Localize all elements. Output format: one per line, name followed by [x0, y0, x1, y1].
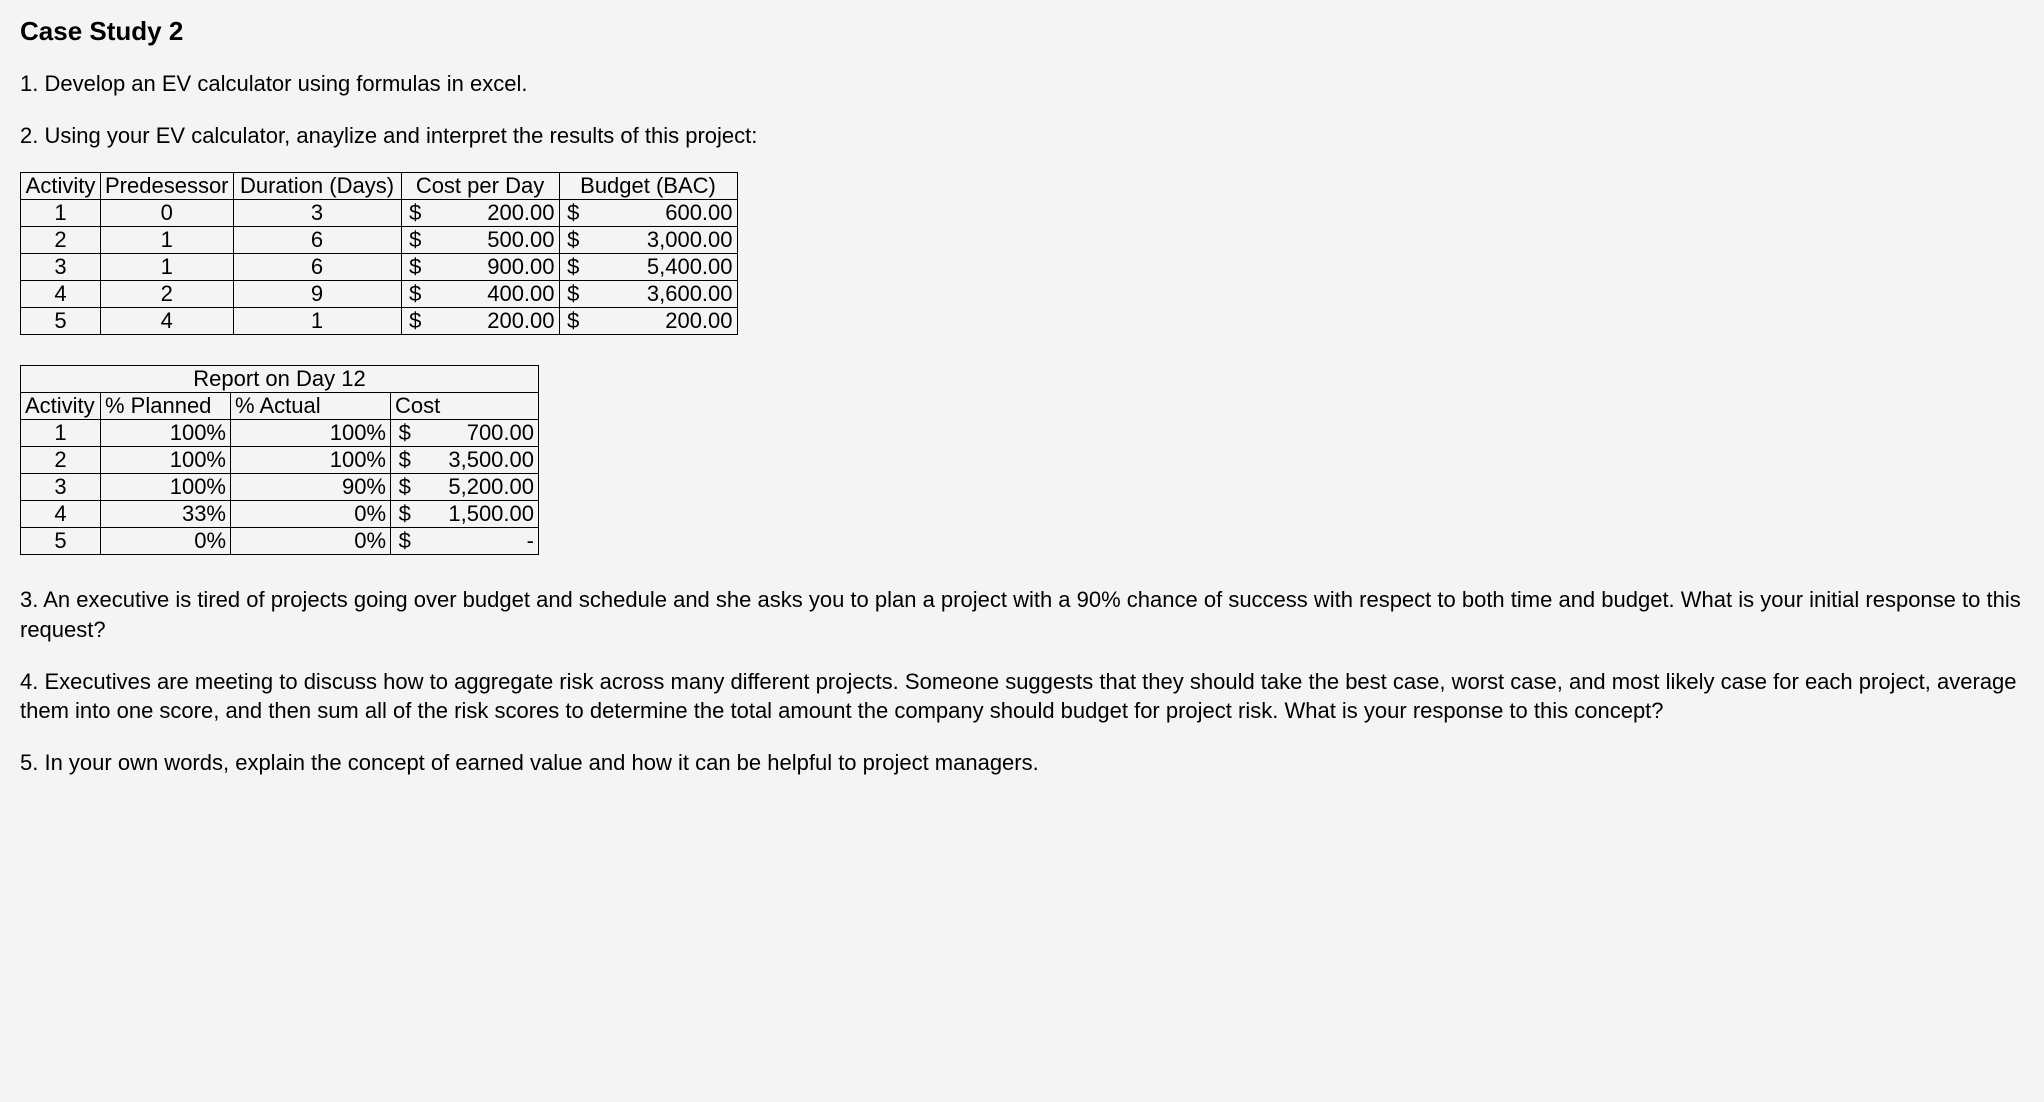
- cell-predecessor: 0: [101, 200, 234, 227]
- cell-currency-symbol: $: [391, 420, 419, 447]
- cell-predecessor: 1: [101, 227, 234, 254]
- cell-currency-symbol: $: [401, 200, 429, 227]
- col-activity: Activity: [21, 173, 101, 200]
- cell-activity: 2: [21, 447, 101, 474]
- cell-duration: 3: [233, 200, 401, 227]
- col-activity: Activity: [21, 393, 101, 420]
- cell-currency-symbol: $: [401, 227, 429, 254]
- cell-budget: 5,400.00: [587, 254, 737, 281]
- cell-cost: 5,200.00: [419, 474, 539, 501]
- cell-budget: 200.00: [587, 308, 737, 335]
- cell-activity: 2: [21, 227, 101, 254]
- cell-activity: 3: [21, 474, 101, 501]
- cell-currency-symbol: $: [391, 528, 419, 555]
- cell-activity: 3: [21, 254, 101, 281]
- cell-currency-symbol: $: [559, 281, 587, 308]
- cell-activity: 5: [21, 528, 101, 555]
- question-2: 2. Using your EV calculator, anaylize an…: [20, 121, 2024, 151]
- cell-cost-per-day: 200.00: [429, 308, 559, 335]
- cell-activity: 1: [21, 200, 101, 227]
- cell-duration: 6: [233, 227, 401, 254]
- cell-cost-per-day: 900.00: [429, 254, 559, 281]
- cell-predecessor: 1: [101, 254, 234, 281]
- cell-cost: 700.00: [419, 420, 539, 447]
- cell-currency-symbol: $: [401, 254, 429, 281]
- cell-activity: 4: [21, 501, 101, 528]
- cell-duration: 1: [233, 308, 401, 335]
- table-row: 4 2 9 $ 400.00 $ 3,600.00: [21, 281, 738, 308]
- report-day-12-table: Report on Day 12 Activity % Planned % Ac…: [20, 365, 539, 555]
- table-row: 4 33% 0% $ 1,500.00: [21, 501, 539, 528]
- table-row: 3 1 6 $ 900.00 $ 5,400.00: [21, 254, 738, 281]
- page-title: Case Study 2: [20, 16, 2024, 47]
- cell-planned: 33%: [101, 501, 231, 528]
- cell-planned: 100%: [101, 447, 231, 474]
- col-duration: Duration (Days): [233, 173, 401, 200]
- table-header-row: Activity % Planned % Actual Cost: [21, 393, 539, 420]
- cell-currency-symbol: $: [559, 227, 587, 254]
- question-3: 3. An executive is tired of projects goi…: [20, 585, 2024, 644]
- table-row: 1 0 3 $ 200.00 $ 600.00: [21, 200, 738, 227]
- cell-currency-symbol: $: [401, 281, 429, 308]
- cell-duration: 6: [233, 254, 401, 281]
- activity-budget-table: Activity Predesessor Duration (Days) Cos…: [20, 172, 738, 335]
- table-title-row: Report on Day 12: [21, 366, 539, 393]
- cell-cost: 1,500.00: [419, 501, 539, 528]
- cell-predecessor: 2: [101, 281, 234, 308]
- cell-currency-symbol: $: [391, 474, 419, 501]
- cell-cost-per-day: 400.00: [429, 281, 559, 308]
- col-cost: Cost: [391, 393, 539, 420]
- col-budget-bac: Budget (BAC): [559, 173, 737, 200]
- cell-activity: 1: [21, 420, 101, 447]
- cell-budget: 3,000.00: [587, 227, 737, 254]
- cell-actual: 0%: [231, 501, 391, 528]
- col-predecessor: Predesessor: [101, 173, 234, 200]
- cell-currency-symbol: $: [391, 501, 419, 528]
- cell-currency-symbol: $: [559, 200, 587, 227]
- col-cost-per-day: Cost per Day: [401, 173, 559, 200]
- cell-currency-symbol: $: [391, 447, 419, 474]
- table-row: 5 0% 0% $ -: [21, 528, 539, 555]
- table-header-row: Activity Predesessor Duration (Days) Cos…: [21, 173, 738, 200]
- cell-cost: -: [419, 528, 539, 555]
- col-percent-actual: % Actual: [231, 393, 391, 420]
- cell-currency-symbol: $: [401, 308, 429, 335]
- question-1: 1. Develop an EV calculator using formul…: [20, 69, 2024, 99]
- table-row: 3 100% 90% $ 5,200.00: [21, 474, 539, 501]
- cell-activity: 4: [21, 281, 101, 308]
- cell-planned: 100%: [101, 420, 231, 447]
- cell-actual: 90%: [231, 474, 391, 501]
- cell-actual: 0%: [231, 528, 391, 555]
- cell-cost: 3,500.00: [419, 447, 539, 474]
- question-5: 5. In your own words, explain the concep…: [20, 748, 2024, 778]
- cell-actual: 100%: [231, 420, 391, 447]
- cell-cost-per-day: 500.00: [429, 227, 559, 254]
- cell-actual: 100%: [231, 447, 391, 474]
- table-row: 1 100% 100% $ 700.00: [21, 420, 539, 447]
- table-row: 5 4 1 $ 200.00 $ 200.00: [21, 308, 738, 335]
- cell-budget: 600.00: [587, 200, 737, 227]
- cell-budget: 3,600.00: [587, 281, 737, 308]
- cell-currency-symbol: $: [559, 308, 587, 335]
- cell-duration: 9: [233, 281, 401, 308]
- table-row: 2 100% 100% $ 3,500.00: [21, 447, 539, 474]
- cell-currency-symbol: $: [559, 254, 587, 281]
- cell-planned: 100%: [101, 474, 231, 501]
- col-percent-planned: % Planned: [101, 393, 231, 420]
- question-4: 4. Executives are meeting to discuss how…: [20, 667, 2024, 726]
- cell-activity: 5: [21, 308, 101, 335]
- table-row: 2 1 6 $ 500.00 $ 3,000.00: [21, 227, 738, 254]
- report-title: Report on Day 12: [21, 366, 539, 393]
- cell-predecessor: 4: [101, 308, 234, 335]
- cell-cost-per-day: 200.00: [429, 200, 559, 227]
- cell-planned: 0%: [101, 528, 231, 555]
